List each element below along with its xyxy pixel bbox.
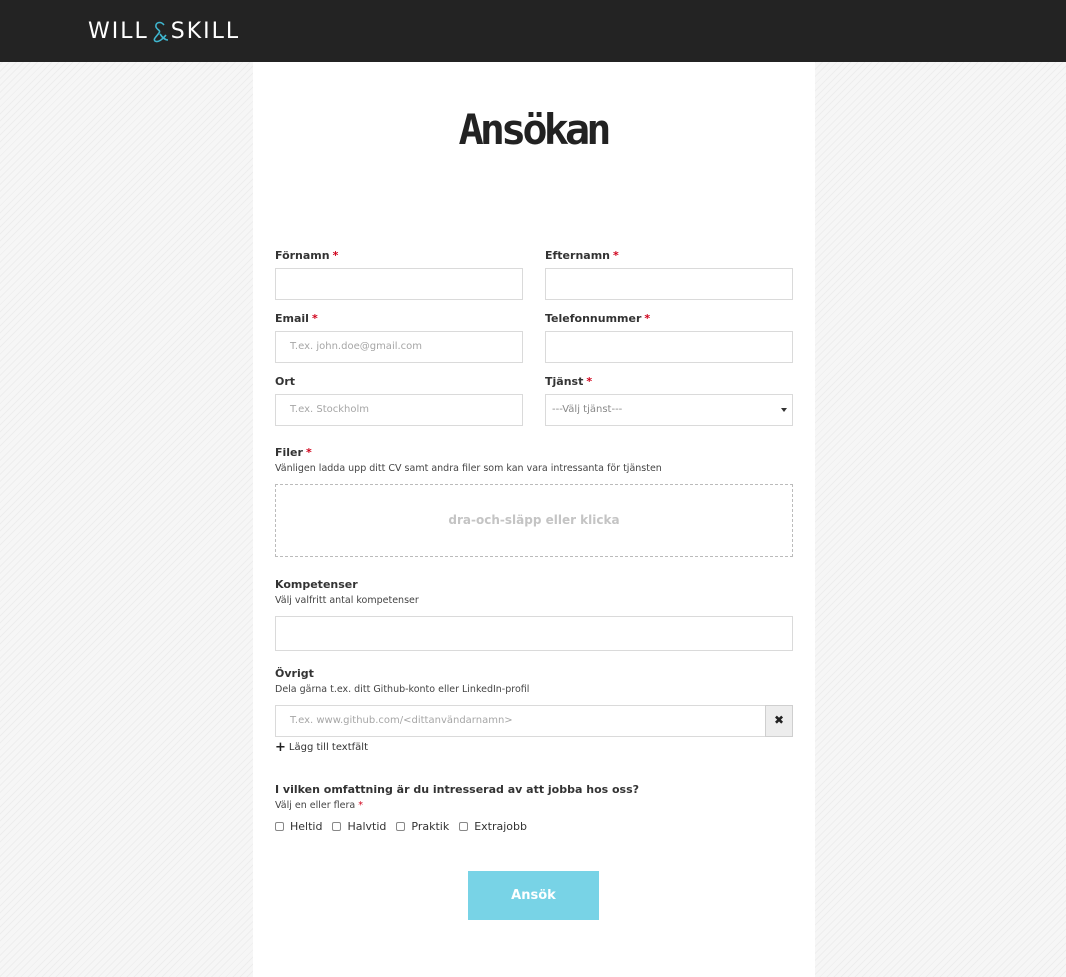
checkbox-label: Praktik bbox=[411, 820, 450, 833]
city-label: Ort bbox=[275, 375, 296, 388]
checkbox-label: Heltid bbox=[290, 820, 323, 833]
file-dropzone[interactable]: dra-och-släpp eller klicka bbox=[275, 484, 793, 557]
required-marker: * bbox=[358, 800, 363, 811]
skills-hint: Välj valfritt antal kompetenser bbox=[275, 595, 419, 606]
skills-label: Kompetenser bbox=[275, 578, 358, 591]
checkbox-label: Halvtid bbox=[347, 820, 387, 833]
scope-question: I vilken omfattning är du intresserad av… bbox=[275, 783, 640, 796]
add-text-field-label: Lägg till textfält bbox=[288, 742, 368, 753]
first-name-label: Förnamn * bbox=[275, 249, 339, 262]
logo-text-skill: SKILL bbox=[170, 18, 241, 44]
required-marker: * bbox=[613, 249, 619, 262]
checkbox-icon[interactable] bbox=[459, 822, 469, 831]
email-label: Email * bbox=[275, 312, 318, 325]
phone-input[interactable] bbox=[545, 331, 793, 363]
service-select-value: ---Välj tjänst--- bbox=[552, 404, 623, 415]
top-navigation-bar: WILL SKILL bbox=[0, 0, 1066, 62]
required-marker: * bbox=[644, 312, 651, 325]
other-hint: Dela gärna t.ex. ditt Github-konto eller… bbox=[275, 684, 530, 695]
ampersand-logo-icon bbox=[153, 21, 168, 43]
files-hint: Vänligen ladda upp ditt CV samt andra fi… bbox=[275, 463, 662, 474]
plus-icon: + bbox=[275, 740, 286, 755]
checkbox-halvtid[interactable]: Halvtid bbox=[332, 820, 386, 833]
service-label: Tjänst * bbox=[545, 375, 593, 388]
required-marker: * bbox=[586, 375, 593, 388]
remove-field-button[interactable]: ✖ bbox=[765, 705, 793, 737]
scope-checkbox-group: Heltid Halvtid Praktik Extrajobb bbox=[275, 820, 537, 833]
add-text-field-link[interactable]: + Lägg till textfält bbox=[275, 740, 368, 755]
will-and-skill-logo[interactable]: WILL SKILL bbox=[88, 14, 240, 48]
city-input[interactable]: T.ex. Stockholm bbox=[275, 394, 523, 426]
caret-down-icon bbox=[781, 408, 787, 412]
email-input[interactable]: T.ex. john.doe@gmail.com bbox=[275, 331, 523, 363]
checkbox-extrajobb[interactable]: Extrajobb bbox=[459, 820, 527, 833]
profile-url-input[interactable]: T.ex. www.github.com/<dittanvändarnamn> bbox=[275, 705, 766, 737]
first-name-input[interactable] bbox=[275, 268, 523, 300]
skills-input[interactable] bbox=[275, 616, 793, 651]
submit-application-button[interactable]: Ansök bbox=[468, 871, 599, 920]
checkbox-icon[interactable] bbox=[332, 822, 342, 831]
checkbox-heltid[interactable]: Heltid bbox=[275, 820, 322, 833]
last-name-label: Efternamn * bbox=[545, 249, 619, 262]
dropzone-text: dra-och-släpp eller klicka bbox=[448, 513, 620, 527]
last-name-input[interactable] bbox=[545, 268, 793, 300]
other-label: Övrigt bbox=[275, 667, 314, 680]
phone-label: Telefonnummer * bbox=[545, 312, 651, 325]
files-label: Filer * bbox=[275, 446, 312, 459]
required-marker: * bbox=[305, 446, 312, 459]
required-marker: * bbox=[311, 312, 318, 325]
logo-text-will: WILL bbox=[88, 18, 149, 44]
page-title: Ansökan bbox=[458, 105, 611, 154]
checkbox-icon[interactable] bbox=[275, 822, 284, 831]
service-select[interactable]: ---Välj tjänst--- bbox=[545, 394, 793, 426]
scope-hint: Välj en eller flera * bbox=[275, 800, 363, 811]
required-marker: * bbox=[332, 249, 339, 262]
close-icon: ✖ bbox=[773, 713, 785, 727]
checkbox-praktik[interactable]: Praktik bbox=[396, 820, 449, 833]
checkbox-label: Extrajobb bbox=[474, 820, 527, 833]
checkbox-icon[interactable] bbox=[396, 822, 406, 831]
